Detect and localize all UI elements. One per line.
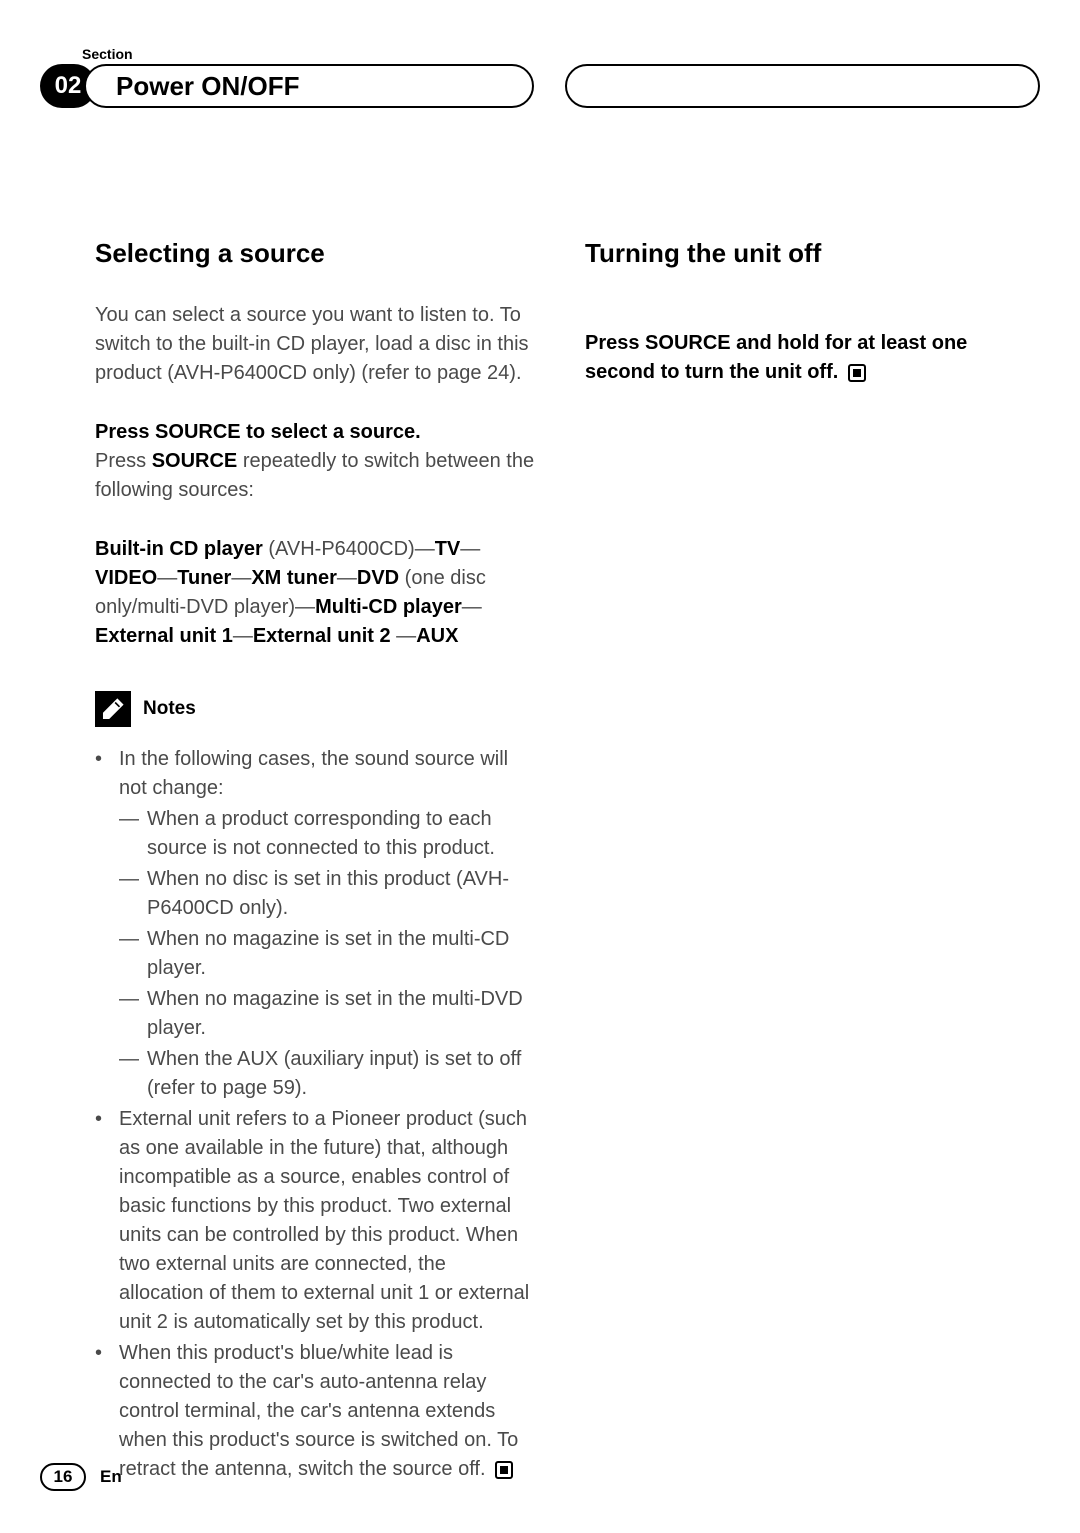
source-aux: AUX <box>416 625 458 647</box>
selecting-source-heading: Selecting a source <box>95 238 535 269</box>
source-dvd: DVD <box>357 567 399 589</box>
note-text-inner: When this product's blue/white lead is c… <box>119 1342 518 1480</box>
source-xm: XM tuner <box>251 567 337 589</box>
turning-off-heading: Turning the unit off <box>585 238 1025 269</box>
note-subitem: — When no disc is set in this product (A… <box>119 865 535 923</box>
pencil-icon <box>95 691 131 727</box>
notes-label: Notes <box>143 698 196 720</box>
note-subtext: When no magazine is set in the multi-DVD… <box>147 985 535 1043</box>
dash: — <box>233 625 253 647</box>
source-tuner: Tuner <box>177 567 231 589</box>
turn-off-text: Press SOURCE and hold for at least one s… <box>585 332 967 383</box>
source-list: Built-in CD player (AVH-P6400CD)—TV—VIDE… <box>95 535 535 651</box>
dash-icon: — <box>119 1045 147 1103</box>
note-text: In the following cases, the sound source… <box>119 745 535 803</box>
notes-header: Notes <box>95 691 535 727</box>
note-text: External unit refers to a Pioneer produc… <box>119 1105 535 1337</box>
note-subtext: When no disc is set in this product (AVH… <box>147 865 535 923</box>
note-subtext: When no magazine is set in the multi-CD … <box>147 925 535 983</box>
empty-pill <box>565 64 1040 108</box>
source-multicd: Multi-CD player <box>315 596 462 618</box>
source-video: VIDEO <box>95 567 157 589</box>
instruction-title: Press SOURCE to select a source. <box>95 418 535 447</box>
source-cd: Built-in CD player <box>95 538 263 560</box>
dash-icon: — <box>119 985 147 1043</box>
source-tv: TV <box>435 538 461 560</box>
note-item: • When this product's blue/white lead is… <box>95 1339 535 1484</box>
dash: — <box>460 538 480 560</box>
note-subitem: — When no magazine is set in the multi-D… <box>119 985 535 1043</box>
end-marker-icon <box>495 1461 513 1479</box>
content-area: Selecting a source You can select a sour… <box>95 238 1040 1486</box>
dash-icon: — <box>119 925 147 983</box>
footer: 16 En <box>40 1463 122 1491</box>
dash-icon: — <box>119 805 147 863</box>
note-subitem: — When the AUX (auxiliary input) is set … <box>119 1045 535 1103</box>
note-subitem: — When no magazine is set in the multi-C… <box>119 925 535 983</box>
section-number: 02 <box>55 72 82 100</box>
page-title: Power ON/OFF <box>116 71 299 102</box>
source-ext2: External unit 2 <box>253 625 391 647</box>
source-cd-paren: (AVH-P6400CD)— <box>263 538 435 560</box>
right-column: Turning the unit off Press SOURCE and ho… <box>585 238 1025 1486</box>
dash: — <box>462 596 482 618</box>
note-subtext: When the AUX (auxiliary input) is set to… <box>147 1045 535 1103</box>
dash: — <box>337 567 357 589</box>
dash-icon: — <box>119 865 147 923</box>
page-number: 16 <box>40 1463 86 1491</box>
source-ext1: External unit 1 <box>95 625 233 647</box>
dash: — <box>391 625 417 647</box>
title-pill: Power ON/OFF <box>84 64 534 108</box>
header-row: 02 Power ON/OFF <box>40 64 1040 108</box>
dash: — <box>231 567 251 589</box>
dash: — <box>157 567 177 589</box>
left-column: Selecting a source You can select a sour… <box>95 238 535 1486</box>
bullet-icon: • <box>95 1105 119 1337</box>
note-item: • In the following cases, the sound sour… <box>95 745 535 803</box>
intro-paragraph: You can select a source you want to list… <box>95 301 535 388</box>
section-label: Section <box>82 46 133 62</box>
language-code: En <box>100 1467 122 1487</box>
note-subtext: When a product corresponding to each sou… <box>147 805 535 863</box>
instruction-pre: Press <box>95 450 152 472</box>
notes-list: • In the following cases, the sound sour… <box>95 745 535 1484</box>
instruction-bold: SOURCE <box>152 450 238 472</box>
note-text: When this product's blue/white lead is c… <box>119 1339 535 1484</box>
turn-off-instruction: Press SOURCE and hold for at least one s… <box>585 329 1025 387</box>
source-instruction: Press SOURCE to select a source. Press S… <box>95 418 535 505</box>
end-marker-icon <box>848 364 866 382</box>
note-subitem: — When a product corresponding to each s… <box>119 805 535 863</box>
note-item: • External unit refers to a Pioneer prod… <box>95 1105 535 1337</box>
bullet-icon: • <box>95 745 119 803</box>
